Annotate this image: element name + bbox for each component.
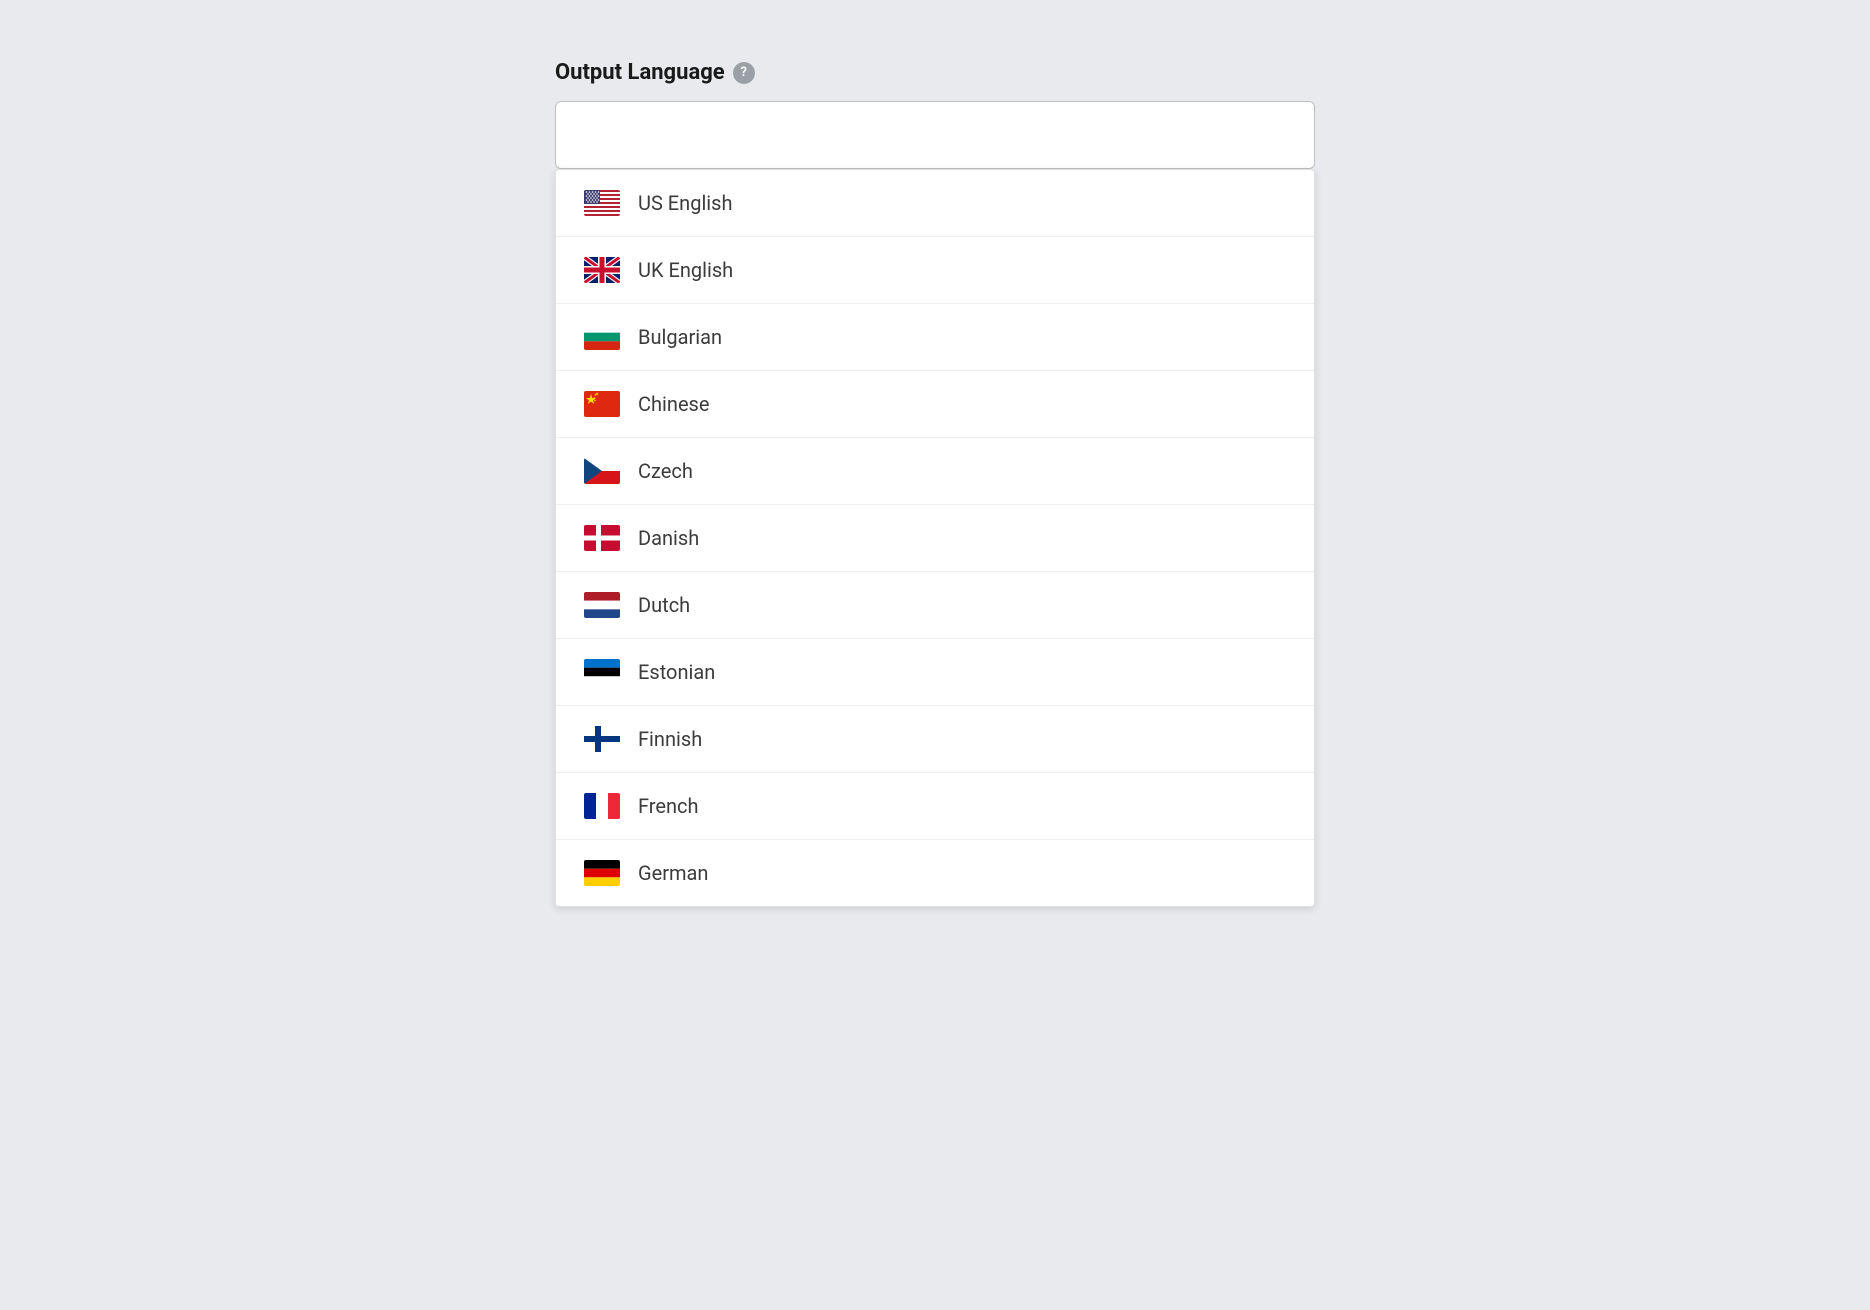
language-item-bulgarian[interactable]: Bulgarian <box>556 304 1314 371</box>
flag-fi <box>584 726 620 752</box>
language-item-french[interactable]: French <box>556 773 1314 840</box>
language-item-czech[interactable]: Czech <box>556 438 1314 505</box>
flag-de <box>584 860 620 886</box>
section-title: Output Language ? <box>555 60 1315 85</box>
language-name: Bulgarian <box>638 325 722 349</box>
help-icon[interactable]: ? <box>733 62 755 84</box>
flag-us <box>584 190 620 216</box>
language-item-dutch[interactable]: Dutch <box>556 572 1314 639</box>
language-name: Danish <box>638 526 699 550</box>
output-language-section: Output Language ? US English UK English Bu… <box>555 40 1315 927</box>
language-item-danish[interactable]: Danish <box>556 505 1314 572</box>
language-item-us-english[interactable]: US English <box>556 170 1314 237</box>
language-name: Czech <box>638 459 693 483</box>
language-name: UK English <box>638 258 733 282</box>
flag-nl <box>584 592 620 618</box>
language-name: Estonian <box>638 660 715 684</box>
language-name: Finnish <box>638 727 702 751</box>
language-item-german[interactable]: German <box>556 840 1314 906</box>
flag-fr <box>584 793 620 819</box>
language-name: Dutch <box>638 593 690 617</box>
language-name: US English <box>638 191 733 215</box>
language-item-estonian[interactable]: Estonian <box>556 639 1314 706</box>
language-search-input[interactable] <box>555 101 1315 169</box>
language-item-chinese[interactable]: Chinese <box>556 371 1314 438</box>
language-name: German <box>638 861 708 885</box>
title-text: Output Language <box>555 60 725 85</box>
language-dropdown-list: US English UK English Bulgarian Chinese Czec… <box>555 169 1315 907</box>
flag-ee <box>584 659 620 685</box>
flag-bg <box>584 324 620 350</box>
flag-cn <box>584 391 620 417</box>
language-item-uk-english[interactable]: UK English <box>556 237 1314 304</box>
language-item-finnish[interactable]: Finnish <box>556 706 1314 773</box>
flag-cz <box>584 458 620 484</box>
language-name: French <box>638 794 699 818</box>
flag-uk <box>584 257 620 283</box>
flag-dk <box>584 525 620 551</box>
language-name: Chinese <box>638 392 709 416</box>
